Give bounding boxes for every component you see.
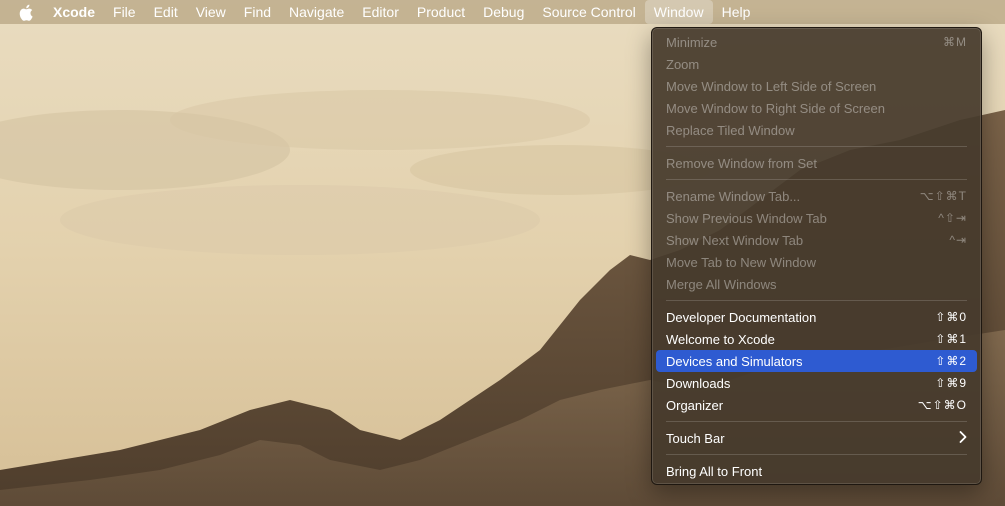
menu-item-move-window-right[interactable]: Move Window to Right Side of Screen bbox=[656, 97, 977, 119]
menu-item-label: Show Next Window Tab bbox=[666, 232, 804, 248]
menu-item-shortcut: ⇧⌘2 bbox=[935, 354, 967, 368]
menu-item-label: Merge All Windows bbox=[666, 276, 777, 292]
menu-item-show-previous-window-tab[interactable]: Show Previous Window Tab ^⇧⇥ bbox=[656, 207, 977, 229]
menu-item-label: Rename Window Tab... bbox=[666, 188, 801, 204]
menu-item-bring-all-to-front[interactable]: Bring All to Front bbox=[656, 460, 977, 482]
menu-item-move-tab-to-new-window[interactable]: Move Tab to New Window bbox=[656, 251, 977, 273]
menu-help[interactable]: Help bbox=[713, 0, 760, 24]
menu-editor[interactable]: Editor bbox=[353, 0, 408, 24]
menu-xcode[interactable]: Xcode bbox=[52, 0, 104, 24]
menu-item-label: Remove Window from Set bbox=[666, 155, 817, 171]
menu-item-label: Move Window to Left Side of Screen bbox=[666, 78, 877, 94]
menu-item-shortcut: ⌘M bbox=[943, 35, 967, 49]
menu-find[interactable]: Find bbox=[235, 0, 280, 24]
menu-item-shortcut: ⌥⇧⌘T bbox=[919, 189, 967, 203]
menu-separator bbox=[666, 454, 967, 455]
menu-item-label: Minimize bbox=[666, 34, 718, 50]
menu-item-shortcut: ⌥⇧⌘O bbox=[917, 398, 967, 412]
menu-separator bbox=[666, 179, 967, 180]
menu-product[interactable]: Product bbox=[408, 0, 474, 24]
menu-item-shortcut: ^⇥ bbox=[949, 233, 967, 247]
menu-item-label: Show Previous Window Tab bbox=[666, 210, 827, 226]
menu-item-rename-window-tab[interactable]: Rename Window Tab... ⌥⇧⌘T bbox=[656, 185, 977, 207]
menu-item-welcome-to-xcode[interactable]: Welcome to Xcode ⇧⌘1 bbox=[656, 328, 977, 350]
menu-item-show-next-window-tab[interactable]: Show Next Window Tab ^⇥ bbox=[656, 229, 977, 251]
menu-item-downloads[interactable]: Downloads ⇧⌘9 bbox=[656, 372, 977, 394]
menu-item-shortcut: ⇧⌘1 bbox=[935, 332, 967, 346]
menu-source-control[interactable]: Source Control bbox=[533, 0, 644, 24]
menu-item-label: Move Tab to New Window bbox=[666, 254, 817, 270]
menu-item-label: Devices and Simulators bbox=[666, 353, 803, 369]
window-menu-dropdown: Minimize ⌘M Zoom Move Window to Left Sid… bbox=[651, 27, 982, 485]
menu-file[interactable]: File bbox=[104, 0, 145, 24]
menu-item-label: Touch Bar bbox=[666, 430, 725, 446]
menu-item-touch-bar[interactable]: Touch Bar bbox=[656, 427, 977, 449]
menu-separator bbox=[666, 421, 967, 422]
menu-separator bbox=[666, 146, 967, 147]
menu-item-shortcut: ⇧⌘0 bbox=[935, 310, 967, 324]
menu-item-shortcut: ^⇧⇥ bbox=[938, 211, 967, 225]
menu-edit[interactable]: Edit bbox=[145, 0, 187, 24]
apple-logo-icon[interactable] bbox=[0, 0, 52, 24]
menu-item-zoom[interactable]: Zoom bbox=[656, 53, 977, 75]
menu-item-label: Organizer bbox=[666, 397, 724, 413]
menu-item-label: Bring All to Front bbox=[666, 463, 763, 479]
menu-item-label: Move Window to Right Side of Screen bbox=[666, 100, 885, 116]
menu-item-shortcut: ⇧⌘9 bbox=[935, 376, 967, 390]
menu-item-move-window-left[interactable]: Move Window to Left Side of Screen bbox=[656, 75, 977, 97]
menu-separator bbox=[666, 300, 967, 301]
menu-item-label: Zoom bbox=[666, 56, 700, 72]
menu-item-devices-and-simulators[interactable]: Devices and Simulators ⇧⌘2 bbox=[656, 350, 977, 372]
menu-debug[interactable]: Debug bbox=[474, 0, 533, 24]
menu-item-organizer[interactable]: Organizer ⌥⇧⌘O bbox=[656, 394, 977, 416]
menu-item-replace-tiled-window[interactable]: Replace Tiled Window bbox=[656, 119, 977, 141]
menu-item-minimize[interactable]: Minimize ⌘M bbox=[656, 31, 977, 53]
menu-item-label: Replace Tiled Window bbox=[666, 122, 795, 138]
menu-window[interactable]: Window bbox=[644, 0, 713, 24]
menu-item-developer-documentation[interactable]: Developer Documentation ⇧⌘0 bbox=[656, 306, 977, 328]
menu-item-label: Welcome to Xcode bbox=[666, 331, 775, 347]
menu-bar: Xcode File Edit View Find Navigate Edito… bbox=[0, 0, 1005, 24]
menu-navigate[interactable]: Navigate bbox=[280, 0, 353, 24]
chevron-right-icon bbox=[959, 430, 967, 446]
menu-item-remove-window-from-set[interactable]: Remove Window from Set bbox=[656, 152, 977, 174]
menu-item-merge-all-windows[interactable]: Merge All Windows bbox=[656, 273, 977, 295]
menu-item-label: Developer Documentation bbox=[666, 309, 817, 325]
menu-view[interactable]: View bbox=[187, 0, 235, 24]
menu-item-label: Downloads bbox=[666, 375, 731, 391]
